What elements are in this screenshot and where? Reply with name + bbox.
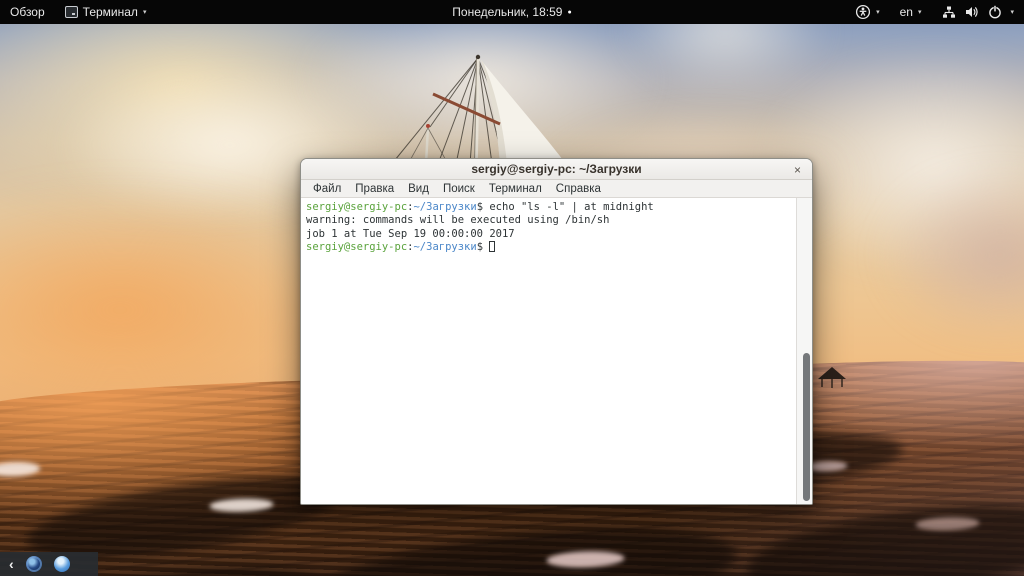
chevron-down-icon: ▾ bbox=[876, 8, 880, 16]
network-wired-icon bbox=[943, 6, 956, 18]
sailboat-mast bbox=[394, 54, 566, 164]
bottom-panel: ‹ bbox=[0, 552, 98, 576]
chevron-down-icon: ▾ bbox=[917, 8, 922, 16]
activities-label: Обзор bbox=[10, 5, 45, 19]
app-menu[interactable]: Терминал ▾ bbox=[55, 0, 157, 24]
terminal-line-output: job 1 at Tue Sep 19 00:00:00 2017 bbox=[306, 227, 515, 240]
menu-file[interactable]: Файл bbox=[306, 183, 348, 195]
chevron-down-icon: ▾ bbox=[142, 8, 147, 16]
stilt-hut bbox=[818, 367, 846, 388]
desktop: Обзор Терминал ▾ Понедельник, 18:59 ● ▾ … bbox=[0, 0, 1024, 576]
window-title: sergiy@sergiy-pc: ~/Загрузки bbox=[471, 162, 642, 176]
close-button[interactable]: × bbox=[790, 162, 805, 177]
activities-button[interactable]: Обзор bbox=[0, 0, 55, 24]
app-menu-label: Терминал bbox=[82, 5, 138, 19]
notification-dot: ● bbox=[567, 8, 572, 16]
power-icon bbox=[989, 5, 1002, 19]
menu-help[interactable]: Справка bbox=[549, 183, 608, 195]
clock-label: Понедельник, 18:59 bbox=[452, 5, 563, 19]
terminal-line-prompt: sergiy@sergiy-pc:~/Загрузки$ bbox=[306, 241, 792, 254]
menu-view[interactable]: Вид bbox=[401, 183, 436, 195]
prompt-user: sergiy@sergiy-pc bbox=[306, 241, 408, 254]
menu-terminal[interactable]: Терминал bbox=[482, 183, 549, 195]
top-bar: Обзор Терминал ▾ Понедельник, 18:59 ● ▾ … bbox=[0, 0, 1024, 24]
chevron-left-icon[interactable]: ‹ bbox=[9, 557, 14, 571]
scrollbar[interactable] bbox=[796, 198, 812, 504]
wave bbox=[313, 511, 741, 576]
accessibility-icon bbox=[856, 4, 871, 20]
input-source-menu[interactable]: en ▾ bbox=[890, 0, 932, 24]
terminal-line-output: warning: commands will be executed using… bbox=[306, 214, 610, 227]
accessibility-menu[interactable]: ▾ bbox=[845, 0, 890, 24]
volume-icon bbox=[966, 7, 979, 17]
app-icon[interactable] bbox=[53, 556, 70, 572]
clock-button[interactable]: Понедельник, 18:59 ● bbox=[442, 0, 581, 24]
terminal-text: sergiy@sergiy-pc:~/Загрузки$ echo "ls -l… bbox=[306, 201, 792, 255]
terminal-cursor bbox=[489, 241, 496, 253]
menubar: Файл Правка Вид Поиск Терминал Справка bbox=[301, 180, 812, 198]
menu-search[interactable]: Поиск bbox=[436, 183, 482, 195]
scrollbar-thumb[interactable] bbox=[803, 353, 810, 501]
terminal-window: sergiy@sergiy-pc: ~/Загрузки × Файл Прав… bbox=[300, 158, 813, 505]
prompt-dollar: $ bbox=[476, 241, 484, 254]
system-menu[interactable]: ▾ bbox=[931, 0, 1024, 24]
chevron-down-icon: ▾ bbox=[1010, 8, 1014, 16]
titlebar[interactable]: sergiy@sergiy-pc: ~/Загрузки × bbox=[301, 159, 812, 180]
input-source-label: en bbox=[899, 5, 913, 19]
wave-foam bbox=[0, 461, 41, 478]
prompt-user: sergiy@sergiy-pc bbox=[306, 201, 408, 213]
command-text: echo "ls -l" | at midnight bbox=[483, 201, 654, 213]
terminal-viewport[interactable]: sergiy@sergiy-pc:~/Загрузки$ echo "ls -l… bbox=[301, 198, 812, 504]
terminal-app-icon bbox=[64, 6, 78, 18]
terminal-line-command: sergiy@sergiy-pc:~/Загрузки$ echo "ls -l… bbox=[306, 201, 792, 214]
menu-edit[interactable]: Правка bbox=[348, 183, 401, 195]
prompt-path: ~/Загрузки bbox=[413, 201, 477, 213]
app-icon[interactable] bbox=[25, 556, 42, 572]
prompt-path: ~/Загрузки bbox=[413, 241, 477, 254]
